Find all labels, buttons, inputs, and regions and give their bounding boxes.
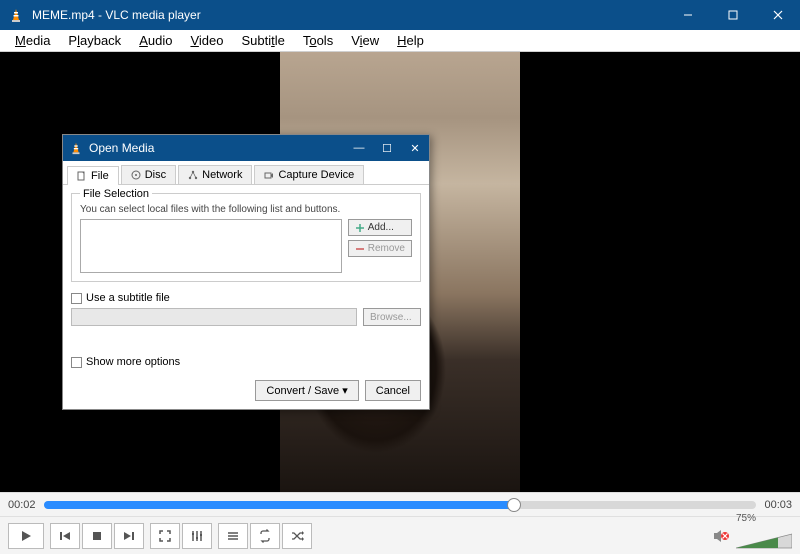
dialog-title: Open Media: [89, 141, 345, 155]
playlist-button[interactable]: [218, 523, 248, 549]
browse-button[interactable]: Browse...: [363, 308, 421, 326]
volume-label: 75%: [736, 513, 792, 524]
seek-slider[interactable]: [44, 501, 757, 509]
dialog-tabs: File Disc Network Capture Device: [63, 161, 429, 185]
close-button[interactable]: [755, 0, 800, 30]
tab-network[interactable]: Network: [178, 165, 252, 184]
controls-row: 75%: [0, 516, 800, 554]
use-subtitle-label: Use a subtitle file: [86, 292, 170, 304]
menu-playback[interactable]: Playback: [59, 31, 130, 50]
plus-icon: [355, 223, 365, 233]
dialog-body: File Selection You can select local file…: [63, 185, 429, 409]
remove-button-label: Remove: [368, 243, 405, 254]
volume-slider[interactable]: [736, 532, 792, 550]
add-button-label: Add...: [368, 222, 394, 233]
window-title: MEME.mp4 - VLC media player: [32, 8, 665, 22]
seek-thumb[interactable]: [507, 498, 521, 512]
file-list[interactable]: [80, 219, 342, 273]
tab-capture[interactable]: Capture Device: [254, 165, 364, 184]
file-selection-fieldset: File Selection You can select local file…: [71, 193, 421, 282]
show-more-options-checkbox[interactable]: [71, 357, 82, 368]
loop-button[interactable]: [250, 523, 280, 549]
shuffle-icon: [290, 529, 304, 543]
mute-icon[interactable]: [712, 527, 730, 545]
seek-row: 00:02 00:03: [0, 492, 800, 516]
titlebar: MEME.mp4 - VLC media player: [0, 0, 800, 30]
menu-video[interactable]: Video: [181, 31, 232, 50]
use-subtitle-checkbox[interactable]: [71, 293, 82, 304]
tab-capture-label: Capture Device: [278, 169, 354, 181]
capture-icon: [264, 170, 274, 180]
seek-fill: [44, 501, 515, 509]
dialog-minimize-button[interactable]: —: [345, 135, 373, 161]
menu-media[interactable]: Media: [6, 31, 59, 50]
previous-icon: [58, 529, 72, 543]
minimize-button[interactable]: [665, 0, 710, 30]
disc-icon: [131, 170, 141, 180]
dialog-maximize-button[interactable]: ☐: [373, 135, 401, 161]
stop-icon: [90, 529, 104, 543]
play-button[interactable]: [8, 523, 44, 549]
subtitle-path-input: [71, 308, 357, 326]
play-icon: [19, 529, 33, 543]
tab-file[interactable]: File: [67, 166, 119, 185]
dialog-titlebar[interactable]: Open Media — ☐ ✕: [63, 135, 429, 161]
menu-audio[interactable]: Audio: [130, 31, 181, 50]
show-more-options-label: Show more options: [86, 356, 180, 368]
convert-save-label: Convert / Save: [266, 385, 339, 397]
remove-button[interactable]: Remove: [348, 240, 412, 257]
shuffle-button[interactable]: [282, 523, 312, 549]
open-media-dialog: Open Media — ☐ ✕ File Disc Network Captu…: [62, 134, 430, 410]
playlist-icon: [226, 529, 240, 543]
file-icon: [77, 171, 87, 181]
time-elapsed[interactable]: 00:02: [8, 499, 36, 511]
file-selection-hint: You can select local files with the foll…: [80, 204, 412, 215]
tab-disc-label: Disc: [145, 169, 166, 181]
convert-save-button[interactable]: Convert / Save ▾: [255, 380, 358, 401]
dialog-close-button[interactable]: ✕: [401, 135, 429, 161]
tab-network-label: Network: [202, 169, 242, 181]
previous-button[interactable]: [50, 523, 80, 549]
menubar: Media Playback Audio Video Subtitle Tool…: [0, 30, 800, 52]
stop-button[interactable]: [82, 523, 112, 549]
menu-subtitle[interactable]: Subtitle: [232, 31, 293, 50]
vlc-cone-icon: [8, 7, 24, 23]
fullscreen-icon: [158, 529, 172, 543]
fullscreen-button[interactable]: [150, 523, 180, 549]
minus-icon: [355, 244, 365, 254]
dropdown-arrow-icon: ▾: [342, 385, 348, 397]
next-icon: [122, 529, 136, 543]
video-area[interactable]: Open Media — ☐ ✕ File Disc Network Captu…: [0, 52, 800, 492]
file-selection-legend: File Selection: [80, 188, 152, 200]
maximize-button[interactable]: [710, 0, 755, 30]
cancel-label: Cancel: [376, 385, 410, 397]
time-total[interactable]: 00:03: [764, 499, 792, 511]
browse-button-label: Browse...: [370, 312, 412, 323]
menu-tools[interactable]: Tools: [294, 31, 342, 50]
add-button[interactable]: Add...: [348, 219, 412, 236]
menu-view[interactable]: View: [342, 31, 388, 50]
loop-icon: [258, 529, 272, 543]
network-icon: [188, 170, 198, 180]
extended-settings-button[interactable]: [182, 523, 212, 549]
menu-help[interactable]: Help: [388, 31, 433, 50]
tab-file-label: File: [91, 170, 109, 182]
volume-control: 75%: [712, 521, 792, 550]
cancel-button[interactable]: Cancel: [365, 380, 421, 401]
equalizer-icon: [190, 529, 204, 543]
tab-disc[interactable]: Disc: [121, 165, 176, 184]
vlc-cone-icon: [69, 141, 83, 155]
next-button[interactable]: [114, 523, 144, 549]
